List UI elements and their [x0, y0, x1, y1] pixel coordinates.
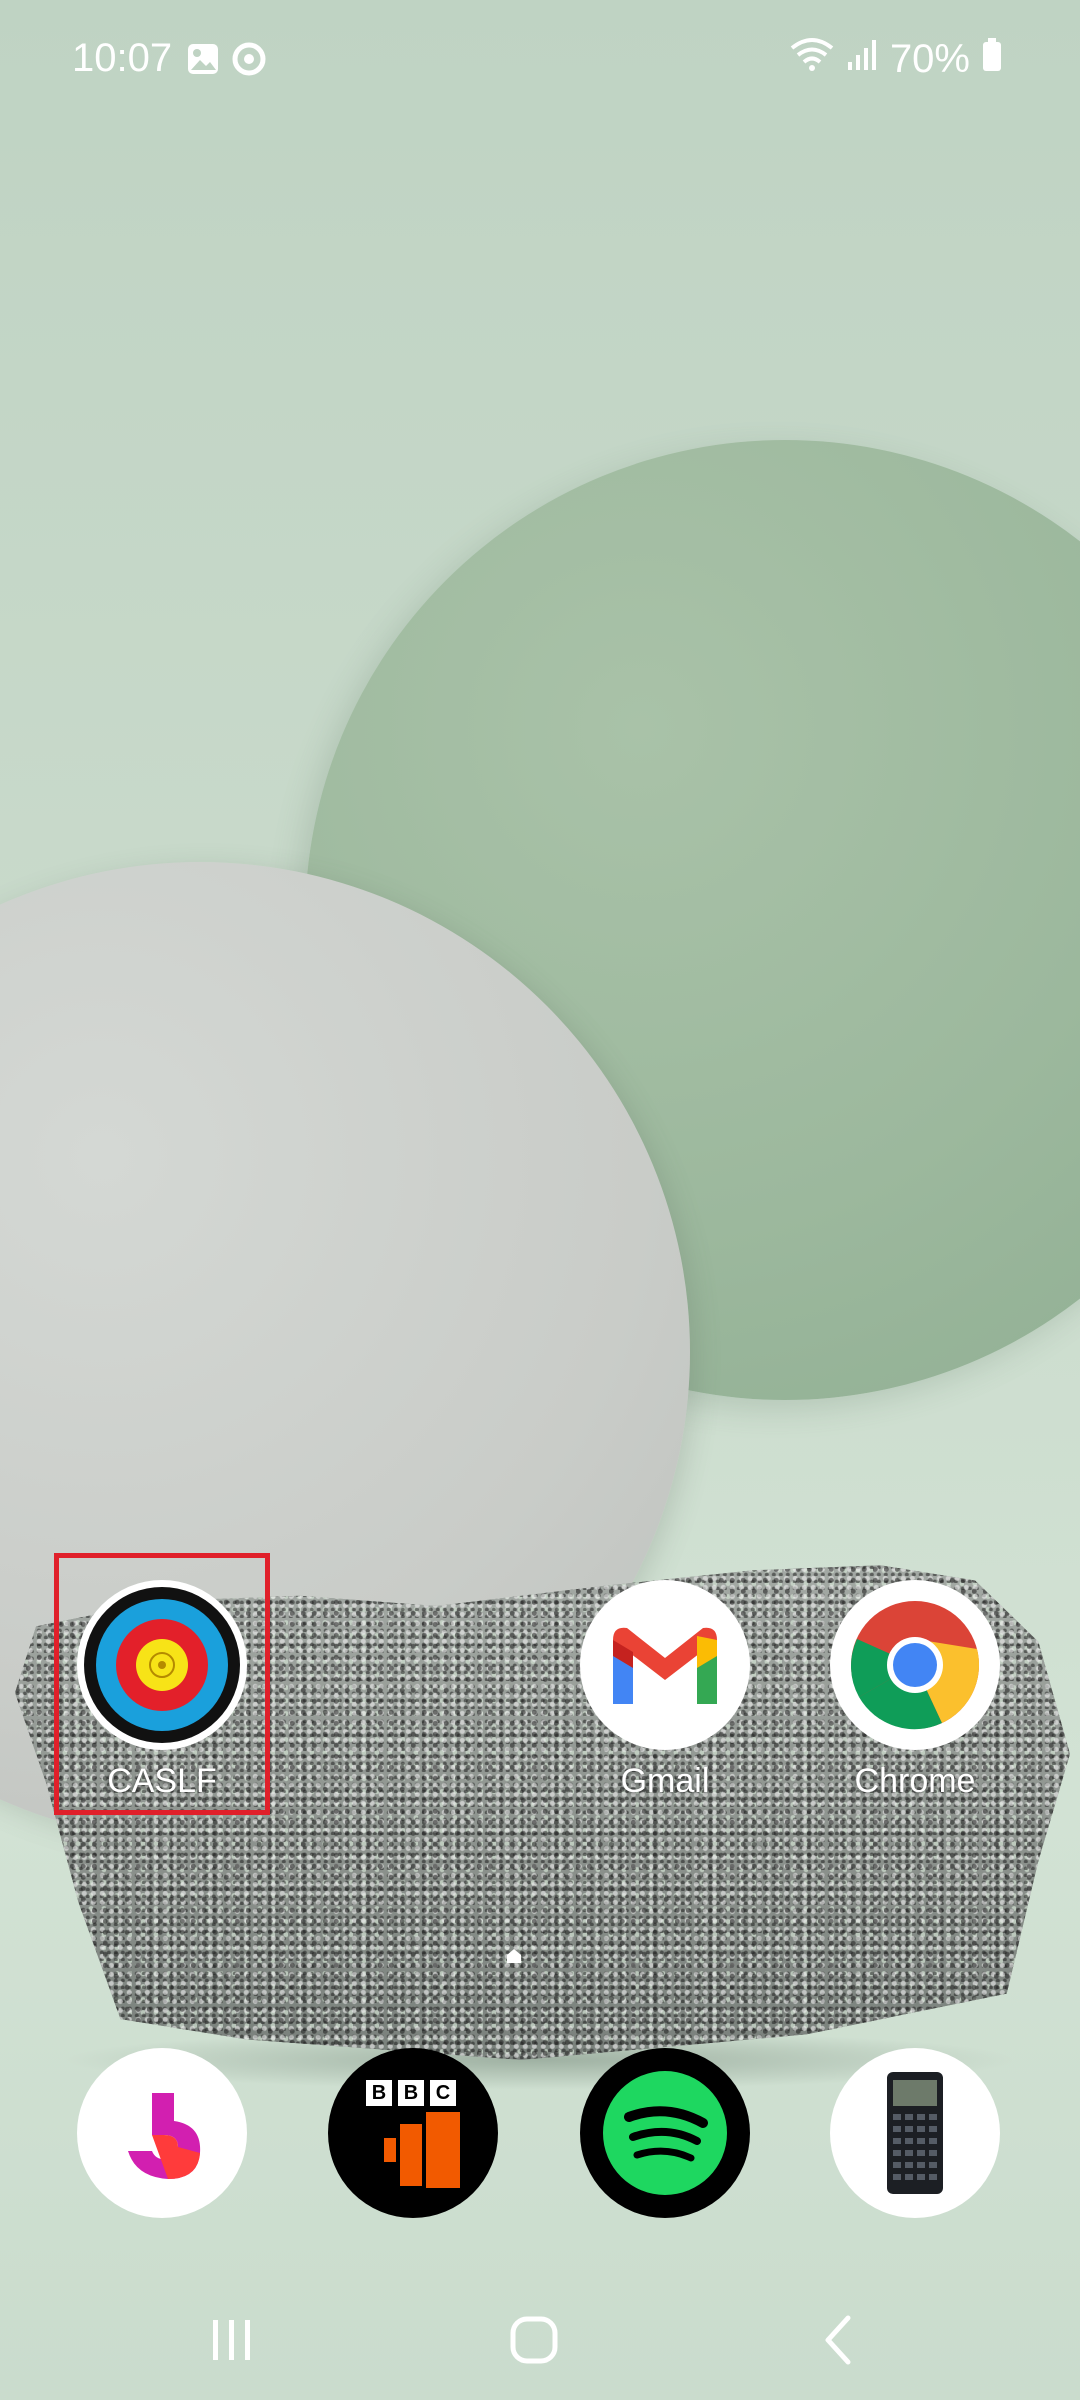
highlight-box [54, 1553, 270, 1815]
dock-app-spotify[interactable] [570, 2048, 760, 2218]
bbc-letter-b: B [366, 2080, 392, 2106]
status-time: 10:07 [72, 36, 173, 80]
home-page-indicator [506, 1948, 522, 1964]
bbc-letter-b2: B [398, 2080, 424, 2106]
dock-app-calculator[interactable] [820, 2048, 1010, 2218]
app-label: Chrome [854, 1762, 976, 1800]
wifi-icon [790, 36, 834, 82]
dock-app-bbc-sounds[interactable]: B B C [318, 2048, 508, 2218]
gallery-icon [186, 42, 220, 81]
signal-icon [846, 37, 878, 82]
pink-orange-app-icon [77, 2048, 247, 2218]
chrome-icon [232, 42, 266, 81]
back-icon[interactable] [798, 2300, 878, 2380]
navigation-bar [0, 2270, 1080, 2400]
wallpaper [0, 0, 1080, 2400]
home-icon[interactable] [494, 2300, 574, 2380]
bbc-letter-c: C [430, 2080, 456, 2106]
app-label: Gmail [620, 1762, 710, 1800]
battery-icon [982, 37, 1002, 82]
calculator-icon [830, 2048, 1000, 2218]
battery-percent: 70% [889, 36, 970, 81]
recent-apps-icon[interactable] [192, 2300, 272, 2380]
status-right: 70% [790, 36, 1002, 82]
bbc-sounds-icon: B B C [328, 2048, 498, 2218]
spotify-icon [580, 2048, 750, 2218]
app-chrome[interactable]: Chrome [820, 1580, 1010, 1801]
chrome-icon [830, 1580, 1000, 1750]
app-gmail[interactable]: Gmail [570, 1580, 760, 1801]
gmail-icon [580, 1580, 750, 1750]
dock-app-1[interactable] [67, 2048, 257, 2218]
status-bar: 10:07 70% [0, 0, 1080, 120]
